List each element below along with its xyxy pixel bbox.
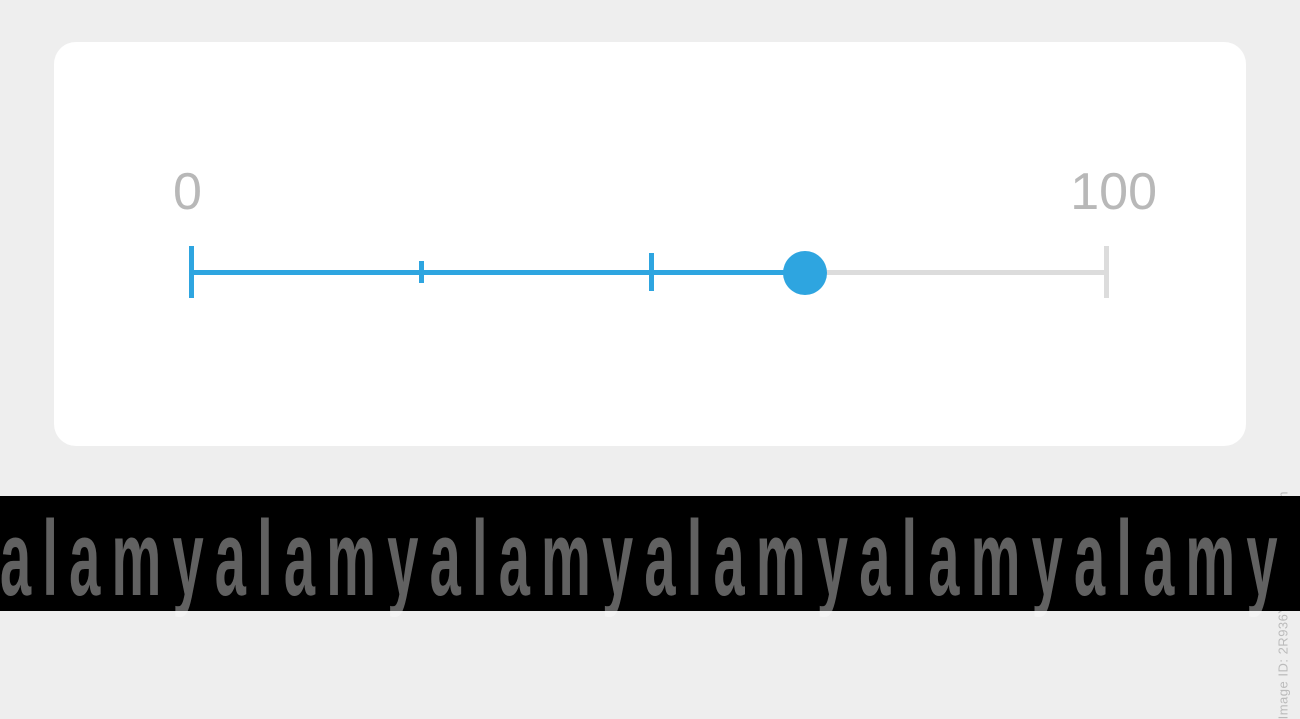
slider-min-label: 0 <box>173 162 202 222</box>
slider-tick-25 <box>419 261 424 283</box>
slider-max-label: 100 <box>1070 162 1157 222</box>
slider-card: 0 100 <box>54 42 1246 446</box>
watermark-bar: alamyalamyalamyalamyalamyalamy <box>0 496 1300 611</box>
slider-tick-100 <box>1104 246 1109 298</box>
slider-labels: 0 100 <box>189 162 1109 222</box>
slider-track[interactable] <box>189 242 1109 302</box>
slider-tick-0 <box>189 246 194 298</box>
watermark-text: alamyalamyalamyalamyalamyalamy <box>0 496 1300 620</box>
slider-track-fill <box>189 270 805 275</box>
slider-container: 0 100 <box>189 162 1109 302</box>
slider-thumb[interactable] <box>783 251 827 295</box>
slider-tick-50 <box>649 253 654 291</box>
